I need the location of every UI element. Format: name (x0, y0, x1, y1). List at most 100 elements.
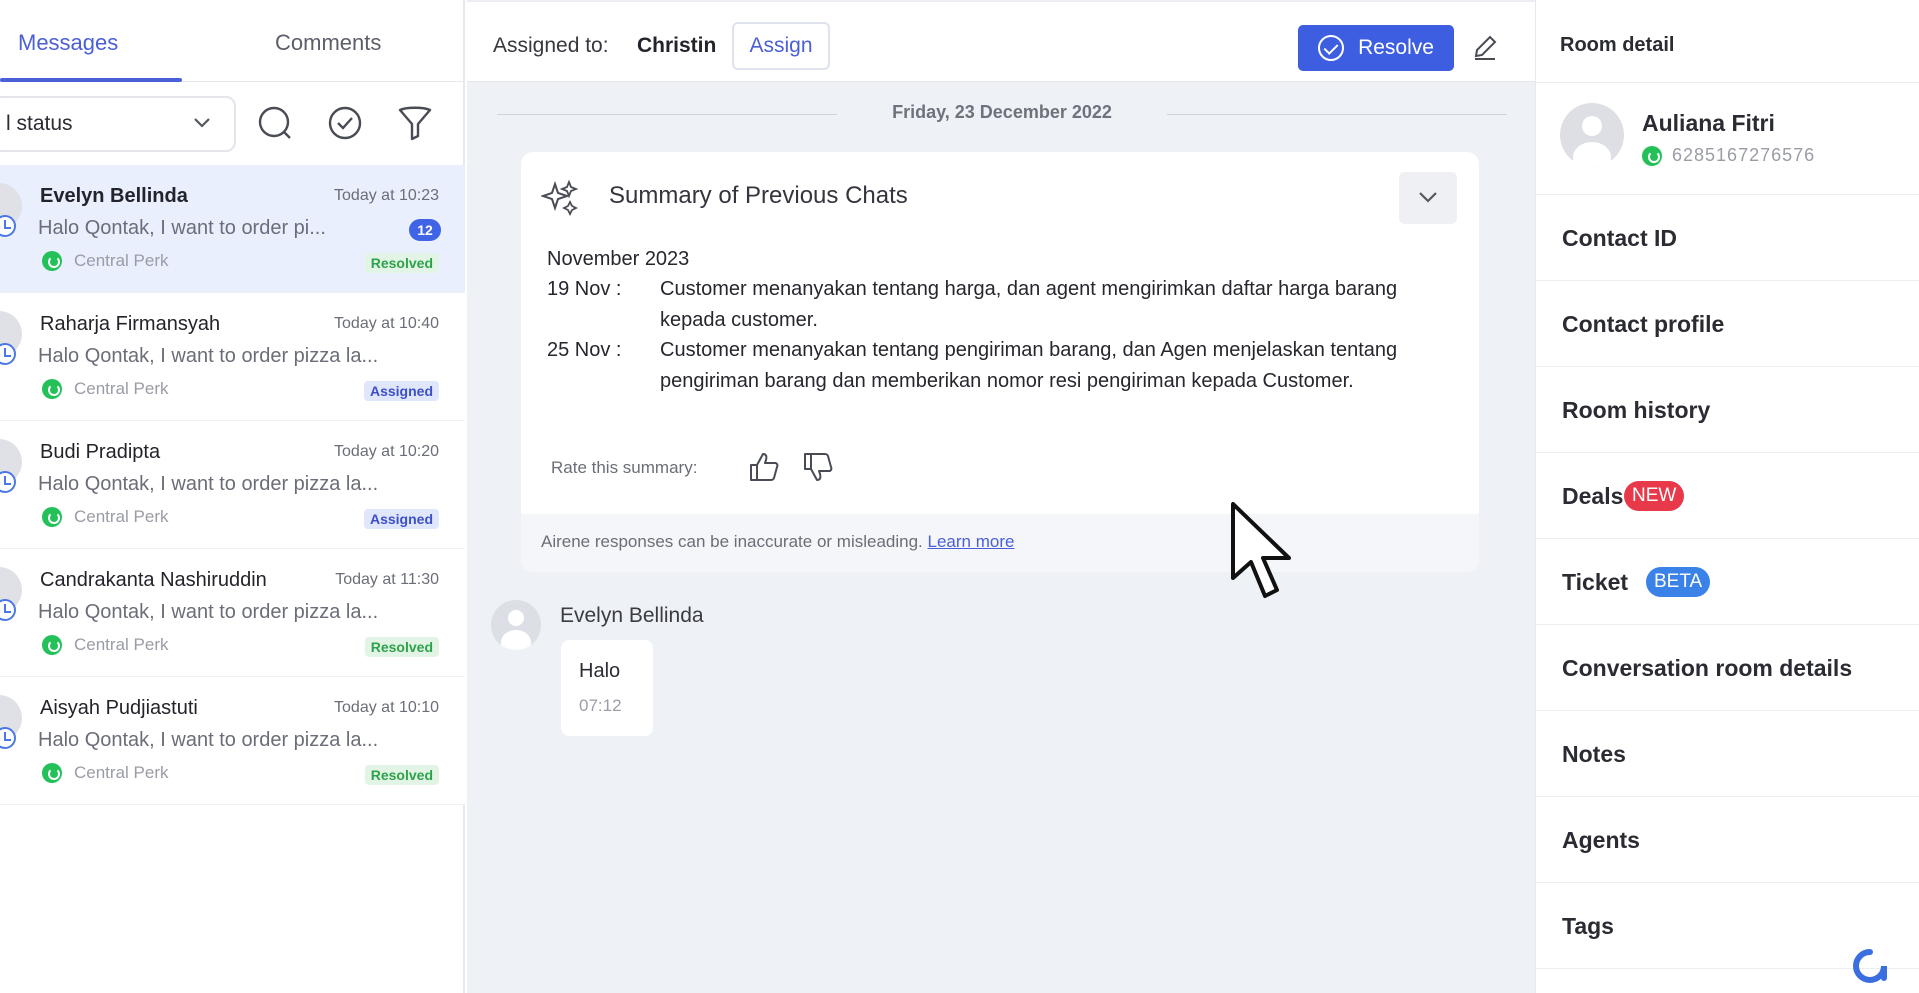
conversation-preview: Halo Qontak, I want to order pi... (38, 217, 326, 239)
room-detail-item-label: Conversation room details (1562, 655, 1853, 681)
channel-name: Central Perk (74, 507, 169, 526)
conversation-preview: Halo Qontak, I want to order pizza la... (38, 729, 379, 751)
channel-name: Central Perk (74, 763, 169, 782)
mouse-pointer-icon (1231, 502, 1291, 598)
room-detail-item-room-history[interactable]: Room history (1536, 367, 1919, 453)
message-time: 07:12 (579, 696, 622, 715)
conversation-time: Today at 10:20 (334, 443, 439, 460)
room-detail-item-label: Notes (1562, 741, 1626, 767)
collapse-summary-button[interactable] (1399, 172, 1457, 224)
conversation-channel: Central Perk (42, 635, 168, 655)
conversation-item[interactable]: Budi Pradipta Today at 10:20 Halo Qontak… (0, 421, 465, 549)
thumbs-down-icon[interactable] (801, 450, 835, 484)
summary-month: November 2023 (547, 248, 690, 270)
whatsapp-icon (42, 763, 62, 783)
whatsapp-icon (1642, 145, 1662, 166)
conversation-time: Today at 11:30 (335, 571, 439, 588)
edit-icon[interactable] (1470, 32, 1500, 62)
summary-title: Summary of Previous Chats (609, 182, 908, 209)
new-badge: NEW (1624, 481, 1685, 511)
room-detail-item-contact-id[interactable]: Contact ID (1536, 195, 1919, 281)
rate-summary-label: Rate this summary: (551, 458, 698, 477)
conversation-time: Today at 10:40 (334, 315, 439, 332)
date-separator: Friday, 23 December 2022 (497, 102, 1507, 126)
room-detail-panel: Room detail Auliana Fitri 6285167276576 … (1535, 0, 1919, 993)
contact-name: Auliana Fitri (1642, 110, 1775, 136)
room-detail-item-label: Deals (1562, 483, 1624, 509)
status-badge: Resolved (364, 765, 439, 785)
tab-comments[interactable]: Comments (275, 30, 381, 56)
summary-footer: Airene responses can be inaccurate or mi… (521, 514, 1479, 572)
assigned-to-label: Assigned to: (493, 34, 609, 57)
avatar (1560, 103, 1624, 167)
conversation-name: Raharja Firmansyah (40, 313, 221, 335)
ai-disclaimer: Airene responses can be inaccurate or mi… (541, 532, 1014, 552)
message-bubble: Halo 07:12 (561, 640, 653, 736)
search-icon[interactable] (256, 104, 294, 142)
room-detail-item-deals[interactable]: Deals NEW (1536, 453, 1919, 539)
message-sender-name: Evelyn Bellinda (560, 604, 704, 627)
conversation-channel: Central Perk (42, 251, 168, 271)
chat-panel: Assigned to: Christin Assign Resolve Fri… (467, 0, 1535, 993)
assign-button[interactable]: Assign (732, 22, 830, 70)
filter-icon[interactable] (396, 104, 434, 142)
panel-tabs: Messages Comments (0, 0, 465, 82)
date-separator-label: Friday, 23 December 2022 (892, 102, 1112, 122)
conversation-item[interactable]: Raharja Firmansyah Today at 10:40 Halo Q… (0, 293, 465, 421)
chat-summary-card: Summary of Previous Chats November 2023 … (521, 152, 1479, 572)
whatsapp-icon (42, 379, 62, 399)
status-filter-value: l status (6, 112, 73, 135)
learn-more-link[interactable]: Learn more (928, 532, 1015, 551)
conversation-channel: Central Perk (42, 507, 168, 527)
conversation-channel: Central Perk (42, 379, 168, 399)
status-badge: Assigned (363, 381, 439, 401)
room-detail-item-label: Ticket (1562, 569, 1629, 595)
summary-entry-date: 19 Nov : (547, 278, 622, 300)
summary-entry-text: Customer menanyakan tentang harga, dan a… (660, 278, 1398, 331)
conversation-item[interactable]: Evelyn Bellinda Today at 10:23 Halo Qont… (0, 165, 465, 293)
tab-messages[interactable]: Messages (18, 30, 118, 56)
assigned-agent-name: Christin (637, 34, 717, 57)
conversation-time: Today at 10:10 (334, 699, 439, 716)
conversation-preview: Halo Qontak, I want to order pizza la... (38, 473, 379, 495)
unread-count-badge: 12 (409, 219, 441, 241)
room-detail-item-ticket[interactable]: Ticket BETA (1536, 539, 1919, 625)
room-detail-item-notes[interactable]: Notes (1536, 711, 1919, 797)
status-badge: Assigned (363, 509, 439, 529)
conversation-name: Budi Pradipta (40, 441, 161, 463)
room-detail-item-agents[interactable]: Agents (1536, 797, 1919, 883)
conversation-preview: Halo Qontak, I want to order pizza la... (38, 601, 379, 623)
thumbs-up-icon[interactable] (747, 450, 781, 484)
conversation-item[interactable]: Candrakanta Nashiruddin Today at 11:30 H… (0, 549, 465, 677)
check-circle-icon (1318, 35, 1345, 61)
beta-badge: BETA (1646, 567, 1711, 597)
summary-entry-date: 25 Nov : (547, 339, 622, 361)
sparkle-icon (541, 179, 579, 216)
clock-icon (0, 471, 16, 493)
room-detail-item-label: Room history (1562, 397, 1711, 423)
brand-logo-icon (1853, 949, 1887, 983)
resolve-button[interactable]: Resolve (1298, 25, 1454, 71)
channel-name: Central Perk (74, 379, 169, 398)
chevron-down-icon (1419, 192, 1437, 203)
avatar (491, 600, 541, 650)
summary-entry-text: Customer menanyakan tentang pengiriman b… (660, 339, 1398, 392)
channel-name: Central Perk (74, 635, 169, 654)
whatsapp-icon (42, 635, 62, 655)
room-detail-item-conversation-room-details[interactable]: Conversation room details (1536, 625, 1919, 711)
conversation-name: Evelyn Bellinda (40, 185, 188, 207)
clock-icon (0, 599, 16, 621)
filter-bar: l status (0, 82, 465, 164)
status-badge: Resolved (364, 253, 439, 273)
room-detail-item-label: Contact profile (1562, 311, 1725, 337)
app-root: Messages Comments l status Evelyn Bellin… (0, 0, 1919, 993)
room-detail-item-contact-profile[interactable]: Contact profile (1536, 281, 1919, 367)
conversation-name: Candrakanta Nashiruddin (40, 569, 267, 591)
conversation-item[interactable]: Aisyah Pudjiastuti Today at 10:10 Halo Q… (0, 677, 465, 805)
conversation-panel: Messages Comments l status Evelyn Bellin… (0, 0, 465, 993)
check-circle-icon[interactable] (326, 104, 364, 142)
contact-phone-number: 6285167276576 (1672, 145, 1816, 165)
divider (1536, 82, 1919, 83)
conversation-preview: Halo Qontak, I want to order pizza la... (38, 345, 379, 367)
status-filter-select[interactable]: l status (0, 96, 236, 152)
